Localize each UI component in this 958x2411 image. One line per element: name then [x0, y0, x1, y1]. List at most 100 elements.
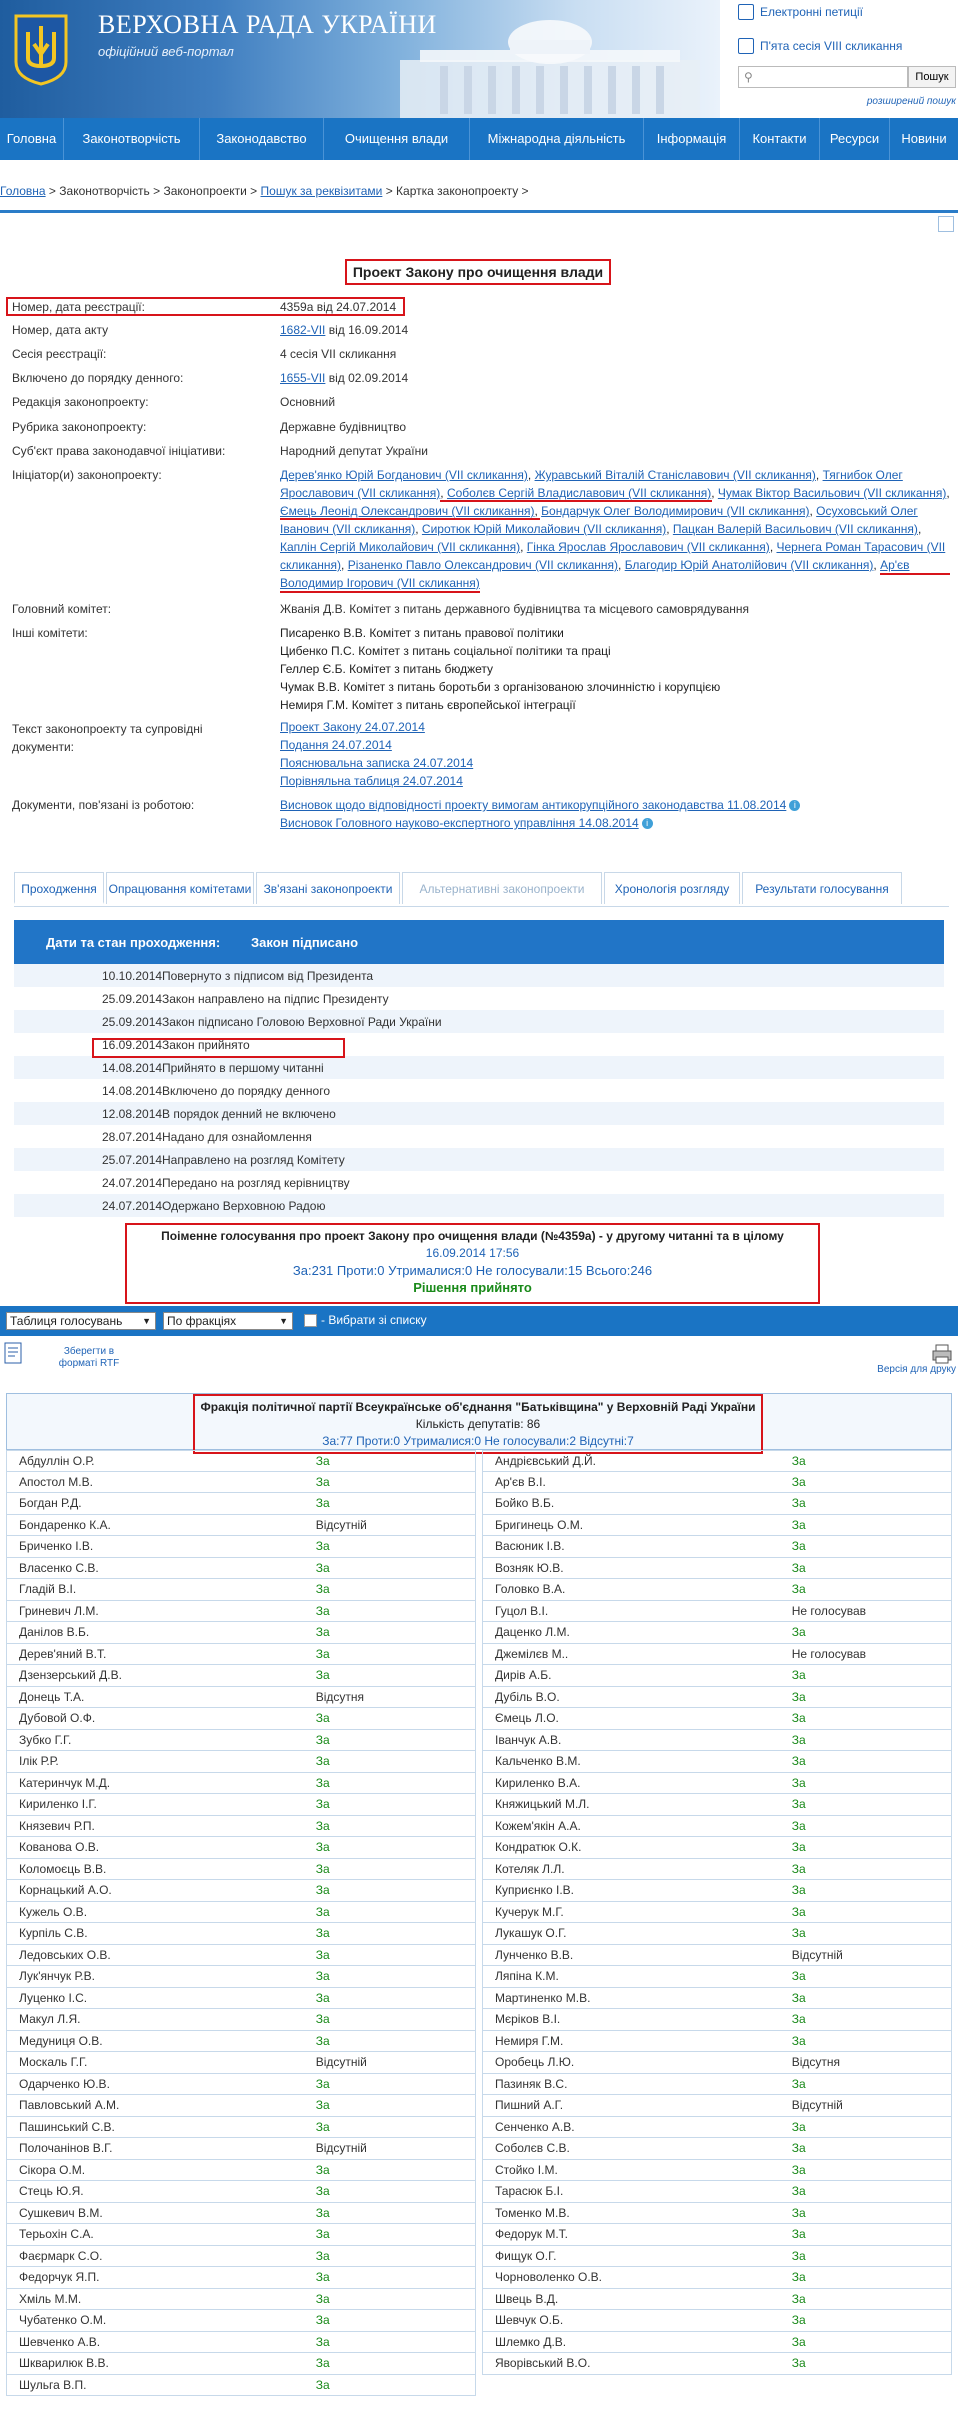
search-button[interactable]: Пошук	[908, 66, 956, 88]
nav-international[interactable]: Міжнародна діяльність	[470, 118, 644, 160]
print-version-link[interactable]: Версія для друку	[877, 1364, 956, 1375]
deputy-vote-row: Москаль Г.Г. Відсутній	[6, 2052, 476, 2074]
passage-date: 12.08.2014	[102, 1106, 163, 1121]
doc-link[interactable]: Подання 24.07.2014	[280, 738, 392, 752]
initiator-link[interactable]: Журавський Віталій Станіславович (VII ск…	[535, 468, 816, 482]
deputy-vote: За	[791, 2270, 806, 2285]
deputy-vote-row: Апостол М.В. За	[6, 1471, 476, 1493]
initiator-link[interactable]: Дерев'янко Юрій Богданович (VII скликанн…	[280, 468, 528, 482]
initiator-link[interactable]: Чумак Віктор Васильович (VII скликання)	[718, 486, 946, 500]
tab-alternative-bills[interactable]: Альтернативні законопроекти	[402, 872, 602, 904]
trident-emblem-icon[interactable]	[12, 14, 70, 86]
search-input[interactable]	[738, 66, 908, 88]
breadcrumb-home[interactable]: Головна	[0, 184, 46, 198]
breadcrumb: Головна > Законотворчість > Законопроект…	[0, 184, 529, 198]
passage-row: 24.07.2014 Передано на розгляд керівництв…	[14, 1171, 944, 1194]
save-rtf-link[interactable]: Зберегти в форматі RTF	[50, 1346, 128, 1370]
passage-date: 25.09.2014	[102, 1014, 163, 1029]
passage-date: 24.07.2014	[102, 1175, 163, 1190]
passage-row: 12.08.2014 В порядок денний не включено	[14, 1102, 944, 1125]
session-link[interactable]: П'ята сесія VIII скликання	[738, 38, 902, 54]
deputy-vote-row: Терьохін С.А. За	[6, 2224, 476, 2246]
table-type-select[interactable]: Таблиця голосувань ▼	[6, 1312, 156, 1330]
advanced-search-link[interactable]: розширений пошук	[867, 96, 956, 107]
deputy-name: Хміль М.М.	[19, 2291, 82, 2306]
deputy-name: Ледовських О.В.	[19, 1947, 111, 1962]
initiator-link[interactable]: Ємець Леонід Олександрович (VII скликанн…	[280, 504, 534, 518]
deputy-name: Кириленко І.Г.	[19, 1797, 97, 1812]
printer-icon[interactable]	[930, 1344, 954, 1364]
act-link[interactable]: 1682-VII	[280, 323, 325, 337]
related-doc-link[interactable]: Висновок Головного науково-експертного у…	[280, 816, 639, 830]
deputy-vote-row: Бриченко І.В. За	[6, 1536, 476, 1558]
nav-news[interactable]: Новини	[890, 118, 958, 160]
deputy-vote-row: Лукашук О.Г. За	[482, 1923, 952, 1945]
initiator-link[interactable]: Соболєв Сергій Владиславович (VII склика…	[447, 486, 711, 500]
deputy-vote-row: Котеляк Л.Л. За	[482, 1858, 952, 1880]
tab-passage[interactable]: Проходження	[14, 872, 104, 904]
tab-linked-bills[interactable]: Зв'язані законопроекти	[256, 872, 400, 904]
initiator-link[interactable]: Сиротюк Юрій Миколайович (VII скликання)	[422, 522, 666, 536]
tab-vote-results[interactable]: Результати голосування	[742, 872, 902, 904]
divider	[0, 210, 958, 213]
deputy-vote-row: Кучерук М.Г. За	[482, 1901, 952, 1923]
doc-link[interactable]: Проект Закону 24.07.2014	[280, 720, 425, 734]
deputy-vote-row: Дубіль В.О. За	[482, 1686, 952, 1708]
field-label-other-committees: Інші комітети:	[12, 626, 88, 640]
search-icon: ⚲	[744, 70, 753, 84]
deputy-vote: За	[315, 2184, 330, 2199]
deputy-vote-row: Сушкевич В.М. За	[6, 2202, 476, 2224]
nav-lustration[interactable]: Очищення влади	[324, 118, 470, 160]
deputy-vote: За	[315, 1840, 330, 1855]
deputy-vote: За	[315, 1453, 330, 1468]
info-icon[interactable]: i	[641, 818, 653, 830]
nav-legislation[interactable]: Законодавство	[200, 118, 324, 160]
deputy-vote-row: Мартиненко М.В. За	[482, 1987, 952, 2009]
deputy-vote-row: Кириленко І.Г. За	[6, 1794, 476, 1816]
nav-lawmaking[interactable]: Законотворчість	[64, 118, 200, 160]
initiator-link[interactable]: Різаненко Павло Олександрович (VII склик…	[348, 558, 618, 572]
e-petitions-link[interactable]: Електронні петиції	[738, 4, 863, 20]
group-select[interactable]: По фракціях ▼	[163, 1312, 293, 1330]
deputy-vote: За	[791, 1926, 806, 1941]
deputy-vote-row: Одарченко Ю.В. За	[6, 2073, 476, 2095]
related-doc-link[interactable]: Висновок щодо відповідності проекту вимо…	[280, 798, 786, 812]
deputy-name: Тарасюк Б.І.	[495, 2184, 564, 2199]
deputy-vote-row: Тарасюк Б.І. За	[482, 2181, 952, 2203]
vote-tools: Зберегти в форматі RTF Версія для друку	[0, 1340, 958, 1384]
deputy-vote: За	[315, 1797, 330, 1812]
tab-chronology[interactable]: Хронологія розгляду	[604, 872, 740, 904]
nav-resources[interactable]: Ресурси	[820, 118, 890, 160]
deputy-name: Куприєнко І.В.	[495, 1883, 575, 1898]
deputy-vote: За	[791, 2012, 806, 2027]
doc-link[interactable]: Порівняльна таблиця 24.07.2014	[280, 774, 463, 788]
deputy-vote-row: Лук'янчук Р.В. За	[6, 1966, 476, 1988]
nav-home[interactable]: Головна	[0, 118, 64, 160]
deputy-name: Дзензерський Д.В.	[19, 1668, 122, 1683]
deputy-vote-row: Васюник І.В. За	[482, 1536, 952, 1558]
deputy-vote: За	[791, 1969, 806, 1984]
agenda-link[interactable]: 1655-VII	[280, 371, 325, 385]
main-nav: Головна Законотворчість Законодавство Оч…	[0, 118, 958, 160]
initiator-link[interactable]: Благодир Юрій Анатолійович (VII скликанн…	[625, 558, 874, 572]
passage-row: 14.08.2014 Прийнято в першому читанні	[14, 1056, 944, 1079]
initiator-link[interactable]: Гінка Ярослав Ярославович (VII скликання…	[527, 540, 770, 554]
doc-link[interactable]: Пояснювальна записка 24.07.2014	[280, 756, 473, 770]
rtf-document-icon[interactable]	[2, 1342, 24, 1364]
deputy-vote: За	[315, 2012, 330, 2027]
initiators-list: Дерев'янко Юрій Богданович (VII скликанн…	[280, 468, 950, 590]
initiator-link[interactable]: Бондарчук Олег Володимирович (VII склика…	[541, 504, 809, 518]
nav-information[interactable]: Інформація	[644, 118, 740, 160]
deputy-vote: За	[315, 2334, 330, 2349]
initiator-link[interactable]: Пацкан Валерій Васильович (VII скликання…	[673, 522, 918, 536]
deputy-vote-row: Зубко Г.Г. За	[6, 1729, 476, 1751]
select-list-checkbox[interactable]	[304, 1313, 317, 1327]
info-icon[interactable]: i	[789, 800, 801, 812]
tab-committees[interactable]: Опрацювання комітетами	[106, 872, 254, 904]
bill-tabs: Проходження Опрацювання комітетами Зв'яз…	[14, 872, 949, 907]
deputy-vote-row: Оробець Л.Ю. Відсутня	[482, 2052, 952, 2074]
deputy-name: Пашинський С.В.	[19, 2119, 115, 2134]
breadcrumb-search[interactable]: Пошук за реквізитами	[261, 184, 383, 198]
nav-contacts[interactable]: Контакти	[740, 118, 820, 160]
initiator-link[interactable]: Каплін Сергій Миколайович (VII скликання…	[280, 540, 520, 554]
